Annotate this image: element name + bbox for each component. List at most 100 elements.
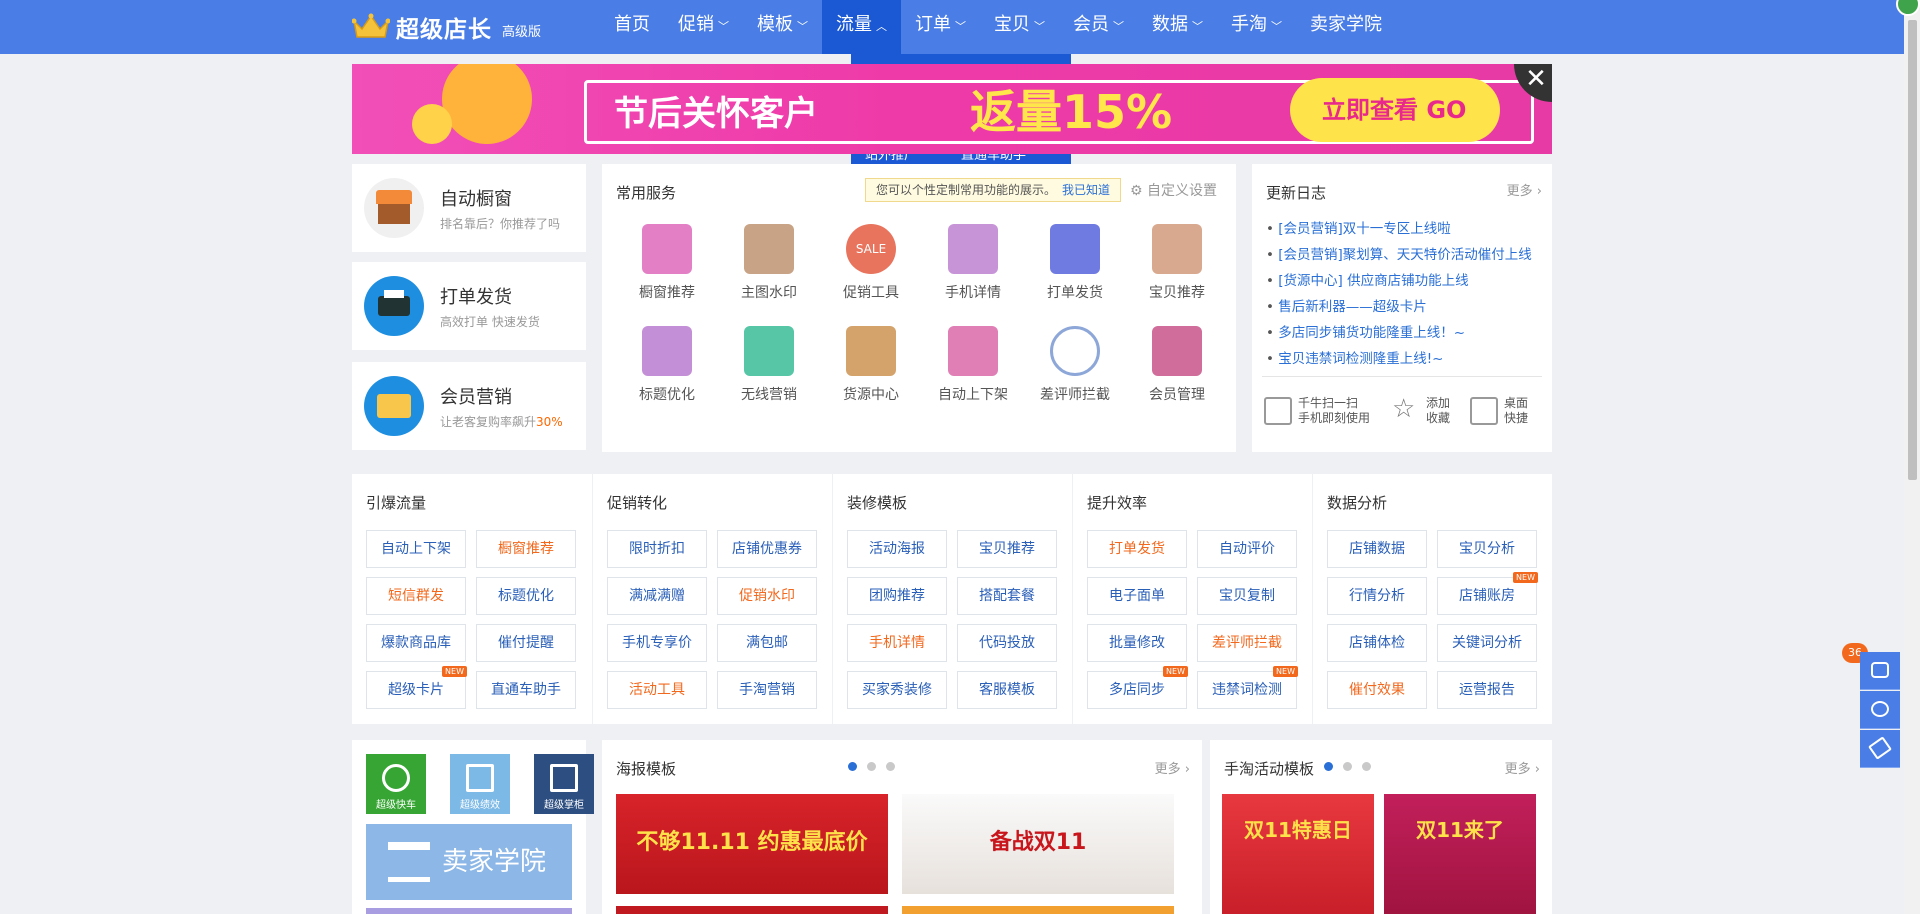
nav-item-2[interactable]: 模板 ﹀ (743, 0, 822, 54)
category-button[interactable]: 打单发货 (1087, 530, 1187, 568)
category-button[interactable]: 店铺数据 (1327, 530, 1427, 568)
category-button[interactable]: 电子面单 (1087, 577, 1187, 615)
category-button[interactable]: 满包邮 (717, 624, 817, 662)
custom-settings-link[interactable]: ⚙ 自定义设置 (1130, 180, 1217, 200)
nav-item-3[interactable]: 流量 ︿ (822, 0, 901, 54)
service-item[interactable]: 无线营销 (718, 326, 820, 404)
desktop-shortcut[interactable]: 桌面 快捷 (1470, 396, 1528, 426)
log-entry[interactable]: 售后新利器——超级卡片 (1266, 294, 1532, 320)
category-button[interactable]: 满减满赠 (607, 577, 707, 615)
carousel-dot[interactable] (1324, 762, 1333, 771)
scrollbar-thumb[interactable] (1908, 20, 1917, 480)
category-button[interactable]: 搭配套餐 (957, 577, 1057, 615)
category-button[interactable]: 催付提醒 (476, 624, 576, 662)
tool-tile[interactable]: 超级掌柜 (534, 754, 594, 814)
category-button[interactable]: 店铺体检 (1327, 624, 1427, 662)
log-more-link[interactable]: 更多 › (1507, 180, 1542, 199)
category-button[interactable]: 自动上下架 (366, 530, 466, 568)
log-entry[interactable]: 多店同步铺货功能隆重上线！~ (1266, 320, 1532, 346)
nav-item-6[interactable]: 会员 ﹀ (1059, 0, 1138, 54)
category-button[interactable]: 爆款商品库 (366, 624, 466, 662)
category-button[interactable]: 宝贝复制 (1197, 577, 1297, 615)
category-button[interactable]: 批量修改 (1087, 624, 1187, 662)
service-item[interactable]: 打单发货 (1024, 224, 1126, 302)
secondary-banner[interactable] (366, 908, 572, 914)
category-button[interactable]: 运营报告 (1437, 671, 1537, 709)
quick-member-marketing[interactable]: 会员营销 让老客复购率飙升30% (352, 362, 586, 450)
service-item[interactable]: 宝贝推荐 (1126, 224, 1228, 302)
category-button[interactable]: 行情分析 (1327, 577, 1427, 615)
service-float-button[interactable] (1860, 691, 1900, 729)
nav-item-0[interactable]: 首页 (600, 0, 664, 54)
carousel-dot[interactable] (886, 762, 895, 771)
qianniu-scan[interactable]: 千牛扫一扫 手机即刻使用 (1264, 396, 1370, 426)
log-entry[interactable]: [会员营销]双十一专区上线啦 (1266, 216, 1532, 242)
tip-dismiss-link[interactable]: 我已知道 (1062, 183, 1110, 197)
nav-item-5[interactable]: 宝贝 ﹀ (980, 0, 1059, 54)
nav-item-7[interactable]: 数据 ﹀ (1138, 0, 1217, 54)
service-item[interactable]: 差评师拦截 (1024, 326, 1126, 404)
service-item[interactable]: 会员管理 (1126, 326, 1228, 404)
carousel-dot[interactable] (867, 762, 876, 771)
log-entry[interactable]: [会员营销]聚划算、天天特价活动催付上线 (1266, 242, 1532, 268)
log-entry[interactable]: 宝贝违禁词检测隆重上线!~ (1266, 346, 1532, 372)
category-button[interactable]: 催付效果 (1327, 671, 1427, 709)
service-item[interactable]: SALE 促销工具 (820, 224, 922, 302)
category-button[interactable]: 宝贝分析 (1437, 530, 1537, 568)
category-button[interactable]: 橱窗推荐 (476, 530, 576, 568)
category-button[interactable]: 代码投放 (957, 624, 1057, 662)
category-button[interactable]: 短信群发 (366, 577, 466, 615)
nav-item-8[interactable]: 手淘 ﹀ (1217, 0, 1296, 54)
nav-item-9[interactable]: 卖家学院 (1296, 0, 1396, 54)
poster-more-link[interactable]: 更多 › (1155, 758, 1190, 777)
carousel-dot[interactable] (1362, 762, 1371, 771)
category-button[interactable]: 活动工具 (607, 671, 707, 709)
category-button[interactable]: 促销水印 (717, 577, 817, 615)
quick-print-ship[interactable]: 打单发货 高效打单 快速发货 (352, 262, 586, 350)
quick-auto-window[interactable]: 自动橱窗 排名靠后？你推荐了吗 (352, 164, 586, 252)
category-button[interactable]: 宝贝推荐 (957, 530, 1057, 568)
log-entry[interactable]: [货源中心] 供应商店铺功能上线 (1266, 268, 1532, 294)
category-button[interactable]: 手机详情 (847, 624, 947, 662)
activity-thumb[interactable]: 双11来了 (1384, 794, 1536, 914)
category-button[interactable]: 店铺优惠券 (717, 530, 817, 568)
category-button[interactable]: 直通车助手 (476, 671, 576, 709)
category-button[interactable]: 自动评价 (1197, 530, 1297, 568)
nav-item-1[interactable]: 促销 ﹀ (664, 0, 743, 54)
poster-thumb[interactable] (902, 906, 1174, 914)
service-item[interactable]: 手机详情 (922, 224, 1024, 302)
tool-tile[interactable]: 超级绩效 (450, 754, 510, 814)
banner-cta-button[interactable]: 立即查看 GO (1290, 78, 1500, 142)
feedback-float-button[interactable] (1860, 730, 1900, 768)
category-button[interactable]: 超级卡片 NEW (366, 666, 467, 709)
service-item[interactable]: 橱窗推荐 (616, 224, 718, 302)
category-button[interactable]: 关键词分析 (1437, 624, 1537, 662)
category-button[interactable]: 限时折扣 (607, 530, 707, 568)
category-button[interactable]: 团购推荐 (847, 577, 947, 615)
category-button[interactable]: 客服模板 (957, 671, 1057, 709)
activity-thumb[interactable]: 双11特惠日 (1222, 794, 1374, 914)
carousel-dot[interactable] (1343, 762, 1352, 771)
category-button[interactable]: 店铺账房 NEW (1437, 572, 1538, 615)
category-button[interactable]: 标题优化 (476, 577, 576, 615)
activity-more-link[interactable]: 更多 › (1505, 758, 1540, 777)
nav-item-4[interactable]: 订单 ﹀ (901, 0, 980, 54)
category-button[interactable]: 手淘营销 (717, 671, 817, 709)
category-button[interactable]: 活动海报 (847, 530, 947, 568)
service-item[interactable]: 自动上下架 (922, 326, 1024, 404)
promo-banner[interactable]: 节后关怀客户 返量15% 立即查看 GO ✕ (352, 64, 1552, 154)
category-button[interactable]: 手机专享价 (607, 624, 707, 662)
poster-thumb[interactable]: 备战双11 (902, 794, 1174, 894)
poster-thumb[interactable]: 不够11.11 约惠最底价 (616, 794, 888, 894)
seller-academy-banner[interactable]: 卖家学院 (366, 824, 572, 900)
service-item[interactable]: 标题优化 (616, 326, 718, 404)
category-button[interactable]: 违禁词检测 NEW (1197, 666, 1298, 709)
category-button[interactable]: 买家秀装修 (847, 671, 947, 709)
category-button[interactable]: 差评师拦截 (1197, 624, 1297, 662)
tool-tile[interactable]: 超级快车 (366, 754, 426, 814)
category-button[interactable]: 多店同步 NEW (1087, 666, 1188, 709)
service-item[interactable]: 主图水印 (718, 224, 820, 302)
brand-logo[interactable]: 超级店长 高级版 (352, 8, 541, 46)
carousel-dot[interactable] (848, 762, 857, 771)
poster-thumb[interactable] (616, 906, 888, 914)
